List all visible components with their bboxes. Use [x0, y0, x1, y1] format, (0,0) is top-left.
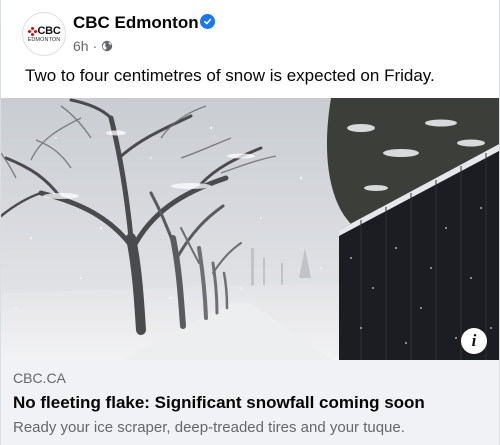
- cbc-logo: CBC: [27, 25, 61, 37]
- link-preview-image[interactable]: i: [1, 98, 499, 360]
- post-timestamp[interactable]: 6h: [73, 38, 89, 54]
- logo-subtext: EDMONTON: [27, 37, 61, 43]
- post-text: Two to four centimetres of snow is expec…: [25, 66, 435, 85]
- page-avatar[interactable]: CBC EDMONTON: [22, 12, 66, 56]
- verified-badge-icon: [200, 14, 215, 29]
- link-domain: CBC.CA: [13, 370, 66, 386]
- facebook-post: CBC EDMONTON CBC Edmonton 6h · Two to fo…: [0, 0, 500, 445]
- link-headline[interactable]: No fleeting flake: Significant snowfall …: [13, 393, 425, 413]
- snowy-park-photo: [1, 98, 499, 360]
- link-preview-details[interactable]: CBC.CA No fleeting flake: Significant sn…: [1, 360, 499, 445]
- globe-icon[interactable]: [101, 40, 113, 52]
- meta-separator: ·: [92, 38, 98, 54]
- cbc-gem-icon: [27, 26, 37, 36]
- page-name[interactable]: CBC Edmonton: [73, 13, 199, 33]
- link-description: Ready your ice scraper, deep-treaded tir…: [13, 419, 405, 436]
- logo-text: CBC: [37, 25, 61, 37]
- post-meta: 6h ·: [73, 38, 113, 54]
- info-icon[interactable]: i: [461, 328, 487, 354]
